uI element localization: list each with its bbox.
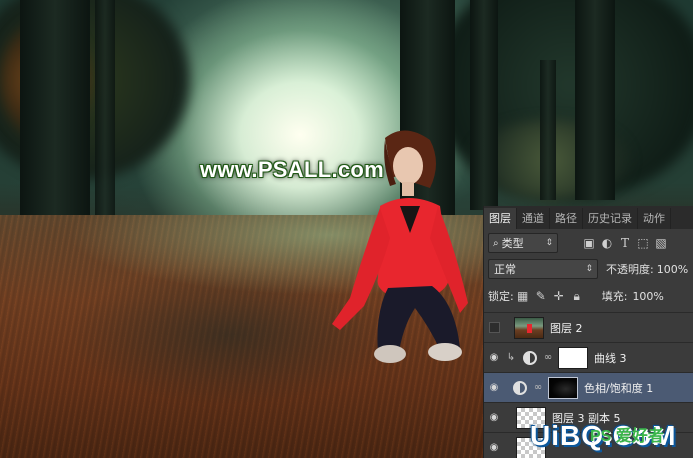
tree-trunk — [95, 0, 115, 215]
lock-label: 锁定: — [488, 290, 514, 303]
opacity-value[interactable]: 100% — [657, 263, 688, 276]
blend-mode-value: 正常 — [494, 263, 516, 276]
blend-row: 正常 ⇕ 不透明度: 100% — [484, 257, 693, 281]
tab-paths[interactable]: 路径 — [550, 208, 583, 229]
lock-all-icon[interactable]: 🔒︎ — [568, 289, 586, 304]
opacity-label: 不透明度: — [606, 263, 654, 276]
eye-icon[interactable]: ◉ — [484, 442, 504, 453]
updown-caret-icon: ⇕ — [545, 238, 553, 248]
lock-row: 锁定: ▦ ✎ ✛ 🔒︎ 填充: 100% — [484, 284, 693, 308]
lock-position-icon[interactable]: ✛ — [550, 289, 568, 303]
layer-name: 曲线 3 — [594, 351, 627, 365]
layer-name: 图层 2 — [550, 321, 583, 335]
psall-watermark: www.PSALL.com — [200, 157, 384, 182]
lock-image-pixels-icon[interactable]: ✎ — [532, 289, 550, 303]
layer-thumbnail — [514, 316, 544, 339]
fill-label: 填充: — [601, 290, 628, 303]
updown-caret-icon: ⇕ — [585, 264, 593, 274]
layer-row-selected[interactable]: ◉ ∞ 色相/饱和度 1 — [484, 372, 693, 402]
tab-layers[interactable]: 图层 — [484, 208, 517, 229]
layer-name: 色相/饱和度 1 — [584, 381, 654, 395]
eye-icon[interactable]: ◉ — [484, 382, 504, 393]
visibility-toggle-off[interactable] — [489, 322, 500, 333]
tree-trunk — [540, 60, 556, 200]
tab-history[interactable]: 历史记录 — [583, 208, 638, 229]
layer-filter-row: ⌕ 类型 ⇕ ▣ ◐ T ⬚ ▧ — [484, 231, 693, 255]
layer-row[interactable]: 图层 2 — [484, 312, 693, 342]
panel-tab-bar: 图层 通道 路径 历史记录 动作 — [484, 206, 693, 229]
clipping-arrow-icon: ↳ — [506, 352, 516, 363]
layer-row[interactable]: ◉ ↳ ∞ 曲线 3 — [484, 342, 693, 372]
layer-mask-thumbnail[interactable] — [548, 376, 578, 399]
fill-value[interactable]: 100% — [632, 290, 663, 303]
search-icon: ⌕ — [493, 237, 499, 249]
uibq-watermark: UiBQ.CoM PS 爱好者 — [530, 420, 676, 452]
tab-channels[interactable]: 通道 — [517, 208, 550, 229]
eye-icon[interactable]: ◉ — [484, 412, 504, 423]
image-filter-icon[interactable]: ▣ — [580, 236, 598, 250]
type-filter-icon[interactable]: T — [616, 236, 634, 250]
eye-icon[interactable]: ◉ — [484, 352, 504, 363]
watermark-cjk-text: PS 爱好者 — [590, 428, 664, 445]
shape-filter-icon[interactable]: ⬚ — [634, 236, 652, 250]
link-chain-icon[interactable]: ∞ — [532, 382, 544, 393]
blend-mode-dropdown[interactable]: 正常 ⇕ — [488, 259, 598, 279]
adjustment-filter-icon[interactable]: ◐ — [598, 236, 616, 250]
link-chain-icon[interactable]: ∞ — [542, 352, 554, 363]
curves-adjustment-icon — [523, 350, 537, 365]
lock-transparent-pixels-icon[interactable]: ▦ — [514, 289, 532, 303]
tree-trunk — [575, 0, 615, 200]
filter-kind-dropdown[interactable]: ⌕ 类型 ⇕ — [488, 233, 558, 253]
smart-object-filter-icon[interactable]: ▧ — [652, 236, 670, 250]
tab-actions[interactable]: 动作 — [638, 208, 671, 229]
tree-trunk — [20, 0, 90, 225]
hue-saturation-adjustment-icon — [513, 380, 527, 395]
layer-mask-thumbnail[interactable] — [558, 346, 588, 369]
filter-kind-label: 类型 — [501, 237, 524, 250]
